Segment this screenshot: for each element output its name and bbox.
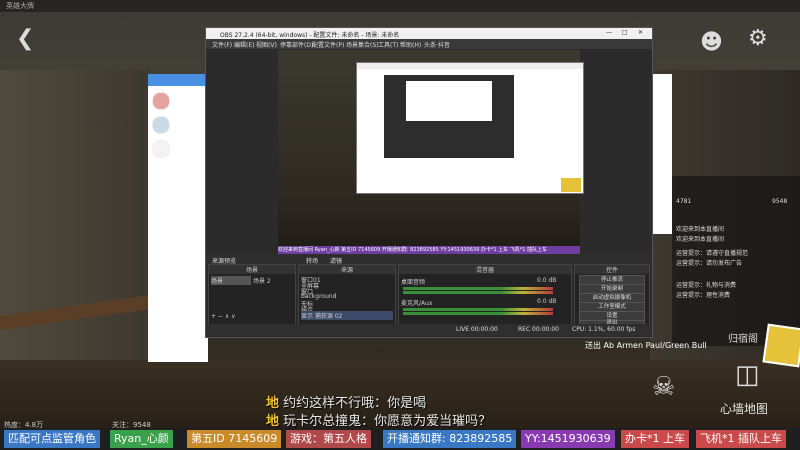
app-title: 英雄大牌 bbox=[6, 2, 34, 10]
live-chat-panel: 4781 9548 欢迎来到本直播间 欢迎来到本直播间 运营提示：请遵守直播规范… bbox=[672, 176, 800, 346]
danmu-prefix: 地 bbox=[266, 396, 280, 411]
scenes-panel: 场景 场景 场景 2 + − ∧ ∨ bbox=[208, 264, 296, 326]
follower-count: 9548 bbox=[772, 198, 788, 205]
source-item[interactable]: 显示 捕获源 02 bbox=[301, 311, 393, 320]
obs-window: OBS 27.2.4 (64-bit, windows) - 配置文件: 未命名… bbox=[205, 27, 653, 338]
avatar[interactable] bbox=[152, 140, 170, 158]
sources-header: 来源 bbox=[299, 265, 395, 274]
chat-window-right bbox=[650, 74, 672, 234]
menu-profile[interactable]: 配置文件(P) bbox=[312, 40, 344, 49]
tag: 办卡*1 上车 bbox=[621, 430, 689, 448]
tag: 飞机*1 插队上车 bbox=[696, 430, 786, 448]
gold-ticket-icon[interactable] bbox=[762, 323, 800, 368]
mixer-meter bbox=[403, 308, 553, 311]
menu-scene-collection[interactable]: 场景集合(S) bbox=[346, 40, 379, 49]
gift-ticker: 送出 Ab Armen Paul/Green Bull bbox=[585, 341, 707, 350]
mixer-panel: 混音器 桌面音频 0.0 dB 麦克风/Aux 0.0 dB bbox=[398, 264, 572, 326]
rec-status: REC 00:00:00 bbox=[518, 326, 560, 333]
skull-icon[interactable]: ☠ bbox=[652, 372, 675, 402]
mixer-track-level: 0.0 dB bbox=[537, 277, 557, 284]
mixer-meter bbox=[403, 312, 553, 315]
app-titlebar: 英雄大牌 bbox=[0, 0, 800, 12]
friends-icon[interactable]: ☻ bbox=[700, 30, 723, 55]
mixer-track-level: 0.0 dB bbox=[537, 298, 557, 305]
tag: Ryan_心颜 bbox=[110, 430, 173, 448]
minimize-icon[interactable]: — bbox=[606, 29, 612, 36]
chat-line: 运营提示：理性消费 bbox=[676, 292, 731, 299]
obs-source-toolbar: 来源预览 转场 滤镜 bbox=[206, 254, 652, 265]
obs-titlebar: OBS 27.2.4 (64-bit, windows) - 配置文件: 未命名… bbox=[206, 28, 652, 39]
nested-titlebar bbox=[357, 63, 583, 69]
close-icon[interactable]: ✕ bbox=[638, 29, 643, 36]
menu-douyin[interactable]: 头条·抖音 bbox=[424, 40, 450, 49]
chat-header bbox=[148, 74, 208, 86]
tag: YY:1451930639 bbox=[521, 430, 615, 448]
bottom-tag-bar: 匹配可点监管角色 Ryan_心颜 第五ID 7145609 游戏：第五人格 开播… bbox=[0, 428, 800, 450]
mixer-meter bbox=[403, 291, 553, 294]
menu-tools[interactable]: 工具(T) bbox=[378, 40, 398, 49]
tag: 游戏：第五人格 bbox=[286, 430, 371, 448]
obs-title: OBS 27.2.4 (64-bit, windows) - 配置文件: 未命名… bbox=[220, 32, 400, 39]
cpu-status: CPU: 1.1%, 60.00 fps bbox=[572, 326, 636, 333]
map-label[interactable]: 心墙地图 bbox=[720, 400, 768, 417]
controls-header: 控件 bbox=[575, 265, 649, 274]
obs-statusbar: LIVE 00:00:00 REC 00:00:00 CPU: 1.1%, 60… bbox=[206, 324, 652, 336]
avatar[interactable] bbox=[152, 116, 170, 134]
gold-badge-preview bbox=[561, 178, 581, 192]
viewer-count: 4781 bbox=[676, 198, 692, 205]
danmu-text: 约约这样不行哦：你是喝 bbox=[283, 396, 427, 411]
sources-panel: 来源 窗口01 全屏幕 窗口 background 无标 描示 显示 捕获源 0… bbox=[298, 264, 396, 326]
back-icon[interactable]: ❮ bbox=[16, 26, 34, 51]
chat-window bbox=[148, 74, 208, 362]
chat-line: 运营提示：请勿发布广告 bbox=[676, 260, 743, 267]
menu-edit[interactable]: 编辑(E) bbox=[234, 40, 254, 49]
chat-line: 运营提示：礼物与消费 bbox=[676, 282, 737, 289]
controls-panel: 控件 停止推流 开始录制 启动虚拟摄像机 工作室模式 设置 退出 bbox=[574, 264, 650, 327]
scene-item[interactable]: 场景 2 bbox=[253, 276, 293, 285]
mixer-header: 混音器 bbox=[399, 265, 571, 274]
obs-menubar: 文件(F) 编辑(E) 视图(V) 停靠部件(D) 配置文件(P) 场景集合(S… bbox=[206, 39, 652, 49]
nested-inner-preview bbox=[406, 81, 492, 121]
scenes-header: 场景 bbox=[209, 265, 295, 274]
scene-wall bbox=[0, 70, 150, 400]
gear-icon[interactable]: ⚙ bbox=[748, 26, 768, 51]
chat-line: 欢迎来到本直播间 bbox=[676, 236, 725, 243]
scenes-controls[interactable]: + − ∧ ∨ bbox=[211, 313, 293, 322]
danmu-line: 地 约约这样不行哦：你是喝 bbox=[266, 392, 426, 411]
live-status: LIVE 00:00:00 bbox=[456, 326, 498, 333]
maximize-icon[interactable]: □ bbox=[622, 29, 628, 36]
mixer-meter bbox=[403, 287, 553, 290]
nested-obs-inner bbox=[384, 75, 514, 158]
map-icon[interactable]: ◫ bbox=[735, 360, 760, 390]
menu-help[interactable]: 帮助(H) bbox=[400, 40, 421, 49]
avatar[interactable] bbox=[152, 92, 170, 110]
scene-item[interactable]: 场景 bbox=[211, 276, 251, 285]
menu-view[interactable]: 视图(V) bbox=[256, 40, 277, 49]
tag: 第五ID 7145609 bbox=[187, 430, 282, 448]
menu-file[interactable]: 文件(F) bbox=[212, 40, 232, 49]
tag: 匹配可点监管角色 bbox=[4, 430, 100, 448]
menu-docks[interactable]: 停靠部件(D) bbox=[280, 40, 313, 49]
tag: 开播通知群: 823892585 bbox=[383, 430, 517, 448]
chat-line: 运营提示：请遵守直播规范 bbox=[676, 250, 749, 257]
chat-line: 欢迎来到本直播间 bbox=[676, 226, 725, 233]
